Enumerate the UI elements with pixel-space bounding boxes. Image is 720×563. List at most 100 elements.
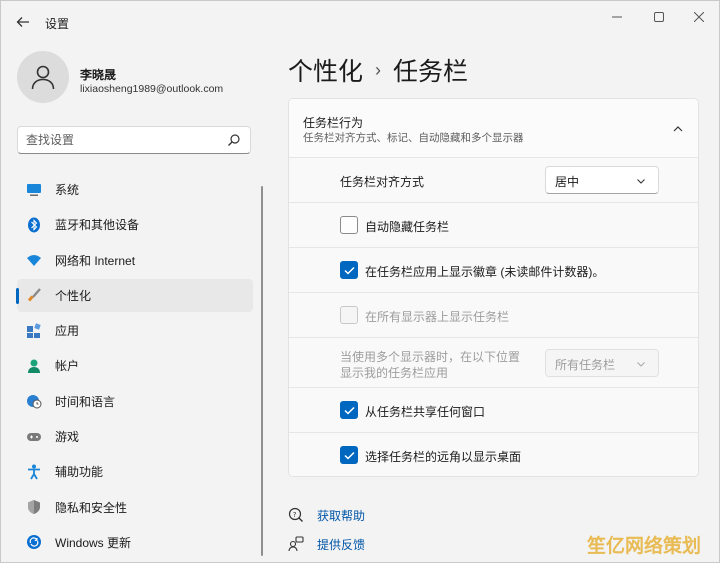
back-button[interactable] <box>9 8 37 36</box>
multi-display-label-line2: 显示我的任务栏应用 <box>340 366 449 380</box>
gamepad-icon <box>26 429 42 445</box>
user-name: 李晓晟 <box>80 68 117 82</box>
badges-checkbox[interactable] <box>340 261 358 279</box>
auto-hide-label: 自动隐藏任务栏 <box>365 220 450 234</box>
sidebar-item-label: 游戏 <box>55 430 80 445</box>
far-corner-row: 选择任务栏的远角以显示桌面 <box>289 433 698 476</box>
globe-clock-icon <box>26 393 42 409</box>
alignment-label: 任务栏对齐方式 <box>340 175 425 189</box>
watermark: 笙亿网络策划 <box>587 536 702 557</box>
brush-icon <box>26 287 42 303</box>
multi-display-dropdown[interactable]: 所有任务栏 <box>545 349 659 377</box>
sidebar-item-privacy[interactable]: 隐私和安全性 <box>17 491 253 524</box>
all-displays-checkbox[interactable] <box>340 306 358 324</box>
auto-hide-checkbox[interactable] <box>340 216 358 234</box>
bluetooth-icon <box>26 217 42 233</box>
badges-row: 在任务栏应用上显示徽章 (未读邮件计数器)。 <box>289 248 698 293</box>
sidebar-scrollbar[interactable] <box>261 186 263 556</box>
sidebar-item-system[interactable]: 系统 <box>17 173 253 206</box>
all-displays-label: 在所有显示器上显示任务栏 <box>365 310 510 324</box>
help-icon: ? <box>288 507 304 523</box>
close-button[interactable] <box>679 5 719 29</box>
person-icon <box>31 65 55 90</box>
auto-hide-row: 自动隐藏任务栏 <box>289 203 698 248</box>
share-window-label: 从任务栏共享任何窗口 <box>365 405 486 419</box>
sidebar-item-label: 个性化 <box>55 288 92 303</box>
breadcrumb: 个性化 › 任务栏 <box>288 52 468 88</box>
settings-window: 设置 李晓晟 lixiaosheng1989@outlook.com 查找设置 … <box>0 0 720 563</box>
alignment-value: 居中 <box>555 175 580 189</box>
multi-display-value: 所有任务栏 <box>555 358 616 372</box>
maximize-button[interactable] <box>639 5 679 29</box>
sidebar-item-accessibility[interactable]: 辅助功能 <box>17 455 253 488</box>
sidebar-item-time-language[interactable]: 时间和语言 <box>17 385 253 418</box>
minimize-button[interactable] <box>597 5 637 29</box>
chevron-up-icon[interactable] <box>672 123 684 135</box>
search-box[interactable] <box>17 126 251 154</box>
checkmark-icon <box>343 451 355 460</box>
page-title: 任务栏 <box>393 58 469 86</box>
sidebar-item-label: 应用 <box>55 324 80 339</box>
far-corner-checkbox[interactable] <box>340 446 358 464</box>
title-bar: 设置 <box>1 1 720 45</box>
wifi-icon <box>26 252 42 268</box>
chevron-down-icon <box>637 179 645 184</box>
sidebar-item-label: 辅助功能 <box>55 465 104 480</box>
sidebar-item-label: 蓝牙和其他设备 <box>55 218 140 233</box>
sidebar-item-gaming[interactable]: 游戏 <box>17 420 253 453</box>
share-window-checkbox[interactable] <box>340 401 358 419</box>
far-corner-label: 选择任务栏的远角以显示桌面 <box>365 450 522 464</box>
share-window-row: 从任务栏共享任何窗口 <box>289 388 698 433</box>
sidebar-item-label: 隐私和安全性 <box>55 500 128 515</box>
checkmark-icon <box>343 406 355 415</box>
back-arrow-icon <box>16 17 29 27</box>
give-feedback-link[interactable]: 提供反馈 <box>288 535 365 553</box>
section-subtitle: 任务栏对齐方式、标记、自动隐藏和多个显示器 <box>303 132 524 144</box>
section-title: 任务栏行为 <box>303 116 364 130</box>
sidebar-item-label: 时间和语言 <box>55 394 116 409</box>
chevron-down-icon <box>637 362 645 367</box>
taskbar-behaviors-card: 任务栏行为 任务栏对齐方式、标记、自动隐藏和多个显示器 任务栏对齐方式 居中 自… <box>288 98 699 477</box>
sidebar-item-personalization[interactable]: 个性化 <box>16 278 253 312</box>
sidebar-item-bluetooth[interactable]: 蓝牙和其他设备 <box>17 208 253 241</box>
alignment-row: 任务栏对齐方式 居中 <box>289 158 698 203</box>
breadcrumb-parent[interactable]: 个性化 <box>288 52 363 88</box>
minimize-icon <box>612 16 622 18</box>
all-displays-row: 在所有显示器上显示任务栏 <box>289 293 698 338</box>
sidebar-item-label: Windows 更新 <box>55 535 132 550</box>
user-email: lixiaosheng1989@outlook.com <box>80 83 224 95</box>
window-title: 设置 <box>45 17 70 31</box>
get-help-label: 获取帮助 <box>317 508 366 523</box>
close-icon <box>694 12 704 22</box>
accessibility-icon <box>26 464 42 480</box>
alignment-dropdown[interactable]: 居中 <box>545 166 659 194</box>
multi-display-label-line1: 当使用多个显示器时，在以下位置 <box>340 350 521 364</box>
feedback-icon <box>288 536 304 552</box>
maximize-icon <box>654 12 664 22</box>
sidebar-item-label: 系统 <box>55 183 80 197</box>
search-icon[interactable] <box>227 133 241 147</box>
card-header[interactable]: 任务栏行为 任务栏对齐方式、标记、自动隐藏和多个显示器 <box>289 99 698 158</box>
shield-icon <box>26 499 42 515</box>
monitor-icon <box>26 182 42 198</box>
svg-text:?: ? <box>293 511 297 519</box>
sidebar-item-label: 帐户 <box>55 359 80 374</box>
person-icon <box>26 358 42 374</box>
breadcrumb-separator: › <box>375 59 382 80</box>
avatar <box>17 51 69 103</box>
give-feedback-label: 提供反馈 <box>317 537 366 552</box>
sidebar-item-apps[interactable]: 应用 <box>17 314 253 347</box>
sidebar-item-label: 网络和 Internet <box>55 253 136 268</box>
badges-label: 在任务栏应用上显示徽章 (未读邮件计数器)。 <box>365 265 605 279</box>
apps-icon <box>26 322 42 339</box>
user-profile[interactable]: 李晓晟 lixiaosheng1989@outlook.com <box>17 51 257 107</box>
sidebar-item-accounts[interactable]: 帐户 <box>17 349 253 382</box>
get-help-link[interactable]: ? 获取帮助 <box>288 506 365 524</box>
search-input[interactable] <box>26 131 216 149</box>
sidebar-nav: 系统 蓝牙和其他设备 网络和 Internet 个性化 应用 帐户 时间和语言 … <box>16 173 253 561</box>
sidebar-item-network[interactable]: 网络和 Internet <box>17 244 253 277</box>
checkmark-icon <box>343 266 355 275</box>
multi-display-row: 当使用多个显示器时，在以下位置 显示我的任务栏应用 所有任务栏 <box>289 338 698 388</box>
sidebar-item-windows-update[interactable]: Windows 更新 <box>17 526 253 559</box>
update-icon <box>26 534 42 550</box>
